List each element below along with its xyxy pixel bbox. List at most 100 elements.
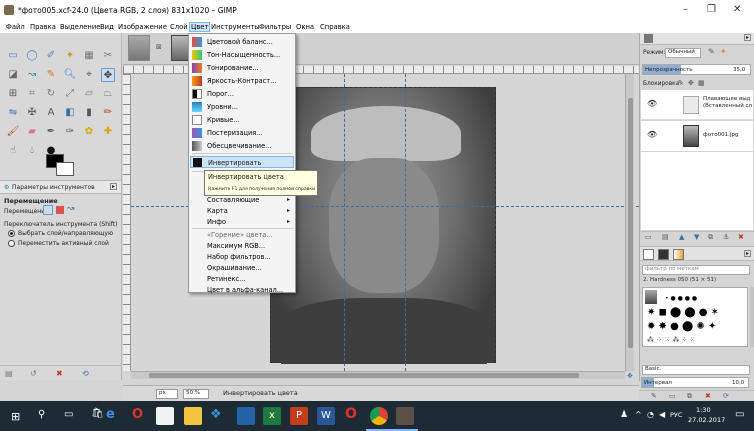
menu-item-max-rgb[interactable]: Максимум RGB... xyxy=(207,242,265,250)
volume-icon[interactable]: ◀ xyxy=(659,410,665,419)
clock-time[interactable]: 1:30 xyxy=(696,406,711,414)
menu-item-invert[interactable]: Инвертировать xyxy=(190,156,294,168)
pick-layer-radio[interactable] xyxy=(8,230,15,237)
zoom-icon[interactable]: 🔍︎ xyxy=(63,68,77,82)
menu-item-desaturate[interactable]: Обесцвечивание... xyxy=(207,142,271,150)
language-indicator[interactable]: РУС xyxy=(670,411,682,419)
crop-icon[interactable]: ⌗ xyxy=(25,87,39,101)
brush-row-small[interactable]: • ● ● ● ● xyxy=(665,295,697,302)
navigate-icon[interactable]: ✥ xyxy=(627,372,633,380)
panel-menu-icon[interactable]: ▸ xyxy=(110,183,117,190)
menu-item-threshold[interactable]: Порог... xyxy=(207,90,234,98)
menu-item-colorify[interactable]: Окрашивание... xyxy=(207,264,262,272)
maximize-button[interactable]: ❐ xyxy=(707,4,716,15)
clock-date[interactable]: 27.02.2017 xyxy=(688,416,725,424)
brush-row-textures[interactable]: ⁂ ⁘ ⁙ ⁂ ⁘ ⁙ xyxy=(647,336,696,344)
delete-layer-icon[interactable]: ✖ xyxy=(738,233,744,241)
menu-edit[interactable]: Правка xyxy=(30,23,56,31)
lower-layer-icon[interactable]: ▼ xyxy=(694,233,699,241)
menu-windows[interactable]: Окна xyxy=(296,23,314,31)
scale-icon[interactable]: ⤢ xyxy=(63,87,77,101)
menu-item-hue-saturation[interactable]: Тон-Насыщенность... xyxy=(207,51,280,59)
menu-item-color-burn[interactable]: «Горение» цвета... xyxy=(207,231,273,239)
brushes-panel-menu-icon[interactable]: ▸ xyxy=(744,250,751,257)
photo-canvas[interactable] xyxy=(270,87,496,364)
photo-viewer-icon[interactable] xyxy=(237,407,255,425)
menu-item-map[interactable]: Карта xyxy=(207,207,228,215)
smudge-icon[interactable]: ☝ xyxy=(6,144,20,158)
horizontal-scroll-thumb[interactable] xyxy=(149,373,579,378)
clone-icon[interactable]: ✿ xyxy=(82,125,96,139)
menu-file[interactable]: Файл xyxy=(6,23,25,31)
brush-scrollbar[interactable] xyxy=(750,287,754,347)
delete-brush-icon[interactable]: ✖ xyxy=(705,392,711,400)
menu-item-colorize[interactable]: Тонирование... xyxy=(207,64,259,72)
menu-image[interactable]: Изображение xyxy=(118,23,167,31)
background-color-swatch[interactable] xyxy=(56,162,74,176)
delete-options-icon[interactable]: ✖ xyxy=(56,369,63,378)
anchor-layer-icon[interactable]: ⚓︎ xyxy=(723,233,729,241)
menu-item-retinex[interactable]: Ретинекс... xyxy=(207,275,245,283)
mode-effects-icon[interactable]: ✦ xyxy=(720,47,727,56)
close-tab-icon[interactable]: ⊠ xyxy=(156,43,162,51)
unit-select[interactable]: px xyxy=(156,389,178,399)
opera-browser-icon[interactable]: O xyxy=(345,406,357,422)
move-layer-mode-icon[interactable] xyxy=(43,205,53,215)
edge-icon[interactable]: e xyxy=(106,407,115,422)
opera-icon[interactable]: O xyxy=(132,407,143,422)
vertical-guide-1[interactable] xyxy=(344,74,345,371)
menu-item-posterize[interactable]: Постеризация... xyxy=(207,129,263,137)
select-by-color-icon[interactable]: ▦ xyxy=(82,49,96,63)
layer-mode-select[interactable]: Обычный xyxy=(665,48,701,58)
tray-chevron-icon[interactable]: ^ xyxy=(635,410,642,419)
text-icon[interactable]: A xyxy=(44,106,58,120)
menu-item-brightness-contrast[interactable]: Яркость-Контраст... xyxy=(207,77,276,85)
edit-brush-icon[interactable]: ✎ xyxy=(651,392,657,400)
vertical-ruler[interactable] xyxy=(123,74,131,371)
layer-row-photo[interactable]: 👁︎ фото001.jpg xyxy=(641,121,753,151)
menu-tools[interactable]: Инструменты xyxy=(211,23,260,31)
shear-icon[interactable]: ▱ xyxy=(82,87,96,101)
layer-visibility-eye-icon[interactable]: 👁︎ xyxy=(647,130,657,139)
measure-icon[interactable]: ⌖ xyxy=(82,68,96,82)
excel-icon[interactable]: x xyxy=(263,407,281,425)
pencil-icon[interactable]: ✏ xyxy=(101,106,115,120)
explorer-icon[interactable] xyxy=(184,407,202,425)
search-icon[interactable]: ⚲ xyxy=(38,409,45,420)
brush-clipboard-image[interactable] xyxy=(645,290,657,304)
ellipse-select-icon[interactable]: ◯ xyxy=(25,49,39,63)
fuzzy-select-icon[interactable]: ✦ xyxy=(63,49,77,63)
zoom-select[interactable]: 50 % xyxy=(183,389,209,399)
layer-row-floating[interactable]: 👁︎ Плавающее выд (Вставленный сл xyxy=(641,90,753,120)
brushes-tab-icon[interactable] xyxy=(643,249,654,260)
dropbox-icon[interactable]: ❖ xyxy=(210,407,222,422)
restore-options-icon[interactable]: ↺ xyxy=(30,369,37,378)
opacity-slider[interactable]: Непрозрачность 35,0 xyxy=(642,64,751,75)
menu-filters[interactable]: Фильтры xyxy=(259,23,291,31)
duplicate-layer-icon[interactable]: ⧉ xyxy=(708,233,713,242)
menu-item-curves[interactable]: Кривые... xyxy=(207,116,240,124)
brush-grid[interactable]: • ● ● ● ● ✷ ◼ ⬤ ⬤ ● ✶ ✹ ✸ ● ⬤ ✺ ✦ ⁂ ⁘ ⁙ … xyxy=(642,287,748,347)
move-path-mode-icon[interactable]: ↝ xyxy=(67,205,75,214)
store-icon[interactable]: 🛍︎ xyxy=(91,408,104,419)
refresh-brushes-icon[interactable]: ⟳ xyxy=(723,392,729,400)
gimp-taskbar-icon[interactable] xyxy=(396,407,414,425)
gradients-tab-icon[interactable] xyxy=(673,249,684,260)
flip-icon[interactable]: ⇋ xyxy=(6,106,20,120)
lock-alpha-icon[interactable]: ▦ xyxy=(698,79,705,87)
menu-item-info[interactable]: Инфо xyxy=(207,218,226,226)
menu-help[interactable]: Справка xyxy=(320,23,350,31)
paintbrush-icon[interactable]: 🖌︎ xyxy=(6,125,20,139)
new-layer-icon[interactable]: ▭ xyxy=(645,233,652,241)
new-brush-icon[interactable]: ▭ xyxy=(669,392,676,400)
move-tool-icon[interactable]: ✥ xyxy=(101,68,115,82)
start-icon[interactable]: ⊞ xyxy=(11,410,20,423)
menu-color[interactable]: Цвет xyxy=(189,22,211,32)
word-icon[interactable]: W xyxy=(317,407,335,425)
tool-options-tab[interactable]: ⚙ Параметры инструментов ▸ xyxy=(0,180,121,194)
eraser-icon[interactable]: ▰ xyxy=(25,125,39,139)
align-icon[interactable]: ⊞ xyxy=(6,87,20,101)
brush-preset-select[interactable]: Basic. xyxy=(642,365,750,375)
foreground-select-icon[interactable]: ◪ xyxy=(6,68,20,82)
blend-icon[interactable]: ▮ xyxy=(82,106,96,120)
